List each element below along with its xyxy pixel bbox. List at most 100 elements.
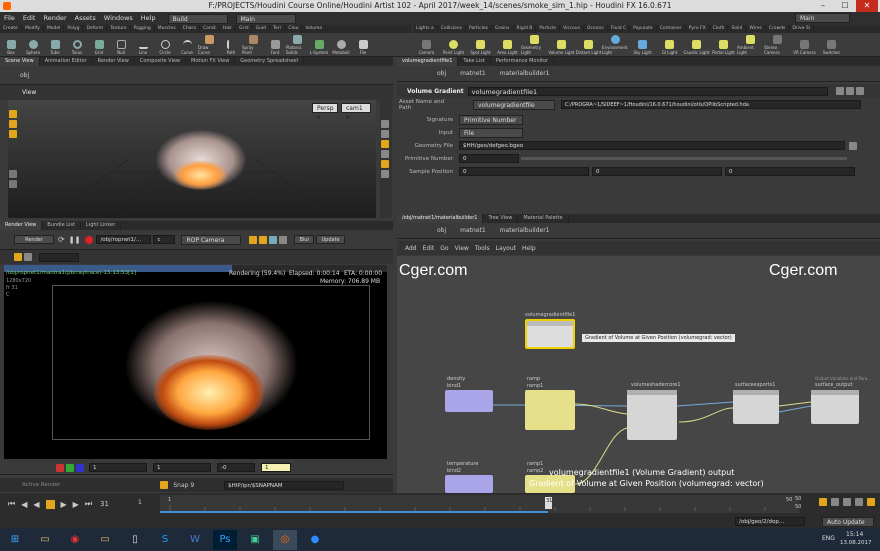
tab-light-linker[interactable]: Light Linker	[81, 221, 122, 230]
folder-icon[interactable]: ▭	[93, 530, 117, 550]
shelf-tab[interactable]: Oceans	[584, 25, 608, 33]
tool-path[interactable]: Path	[220, 35, 242, 55]
camera-dropdown[interactable]: cam1 ▾	[341, 103, 371, 121]
tool-lsystem[interactable]: L-System	[308, 35, 330, 55]
right-layout-dropdown[interactable]: Main	[795, 13, 850, 23]
asset-path-field[interactable]: C:/PROGRA~1/SIDEEF~1/Houdini/16.0.671/ho…	[561, 100, 861, 109]
menu-edit[interactable]: Edit	[19, 12, 40, 25]
pause-icon[interactable]: ❚❚	[69, 236, 81, 244]
stop-render-icon[interactable]	[85, 235, 94, 244]
density-bind-node[interactable]	[445, 390, 493, 412]
jump-start-icon[interactable]: ⏮	[8, 499, 15, 509]
temperature-bind-node[interactable]	[445, 475, 493, 493]
tab-composite-view[interactable]: Composite View	[135, 57, 186, 66]
bottom-field-4[interactable]: 1	[261, 463, 291, 472]
shelf-tab[interactable]: Grains	[492, 25, 514, 33]
path-crumb[interactable]: matnet1	[460, 70, 486, 77]
move-tool-icon[interactable]	[9, 120, 17, 128]
blue-channel-icon[interactable]	[76, 463, 84, 472]
render-button[interactable]: Render	[14, 235, 54, 244]
tool-platonic[interactable]: Platonic Solids	[286, 34, 308, 55]
tool-geometry-light[interactable]: Geometry Light	[521, 34, 548, 55]
timeline-track[interactable]: 31 1 50	[160, 495, 800, 513]
shelf-tab[interactable]: Polyg	[64, 25, 84, 33]
tool-point-light[interactable]: Point Light	[440, 35, 467, 55]
layout-dropdown[interactable]: Main	[235, 13, 296, 24]
network-menu-go[interactable]: Go	[440, 245, 448, 252]
tab-network-view[interactable]: /obj/matnet1/materialbuilder1	[397, 214, 484, 223]
shelf-tab[interactable]: Hair	[220, 25, 237, 33]
tab-scene-view[interactable]: Scene View	[0, 57, 40, 66]
houdini-taskbar-icon[interactable]: ◎	[273, 529, 297, 550]
tool-torus[interactable]: Torus	[66, 35, 88, 55]
rerender-icon[interactable]: ⟳	[58, 235, 65, 244]
current-frame[interactable]: 31	[100, 500, 109, 508]
shelf-tab[interactable]: Rigging	[131, 25, 155, 33]
asset-name-field[interactable]: volumegradientfile	[473, 99, 555, 110]
red-channel-icon[interactable]	[56, 463, 64, 472]
tab-parameters[interactable]: volumegradientfile1	[397, 57, 459, 66]
snapshot-path-field[interactable]: $HIP/ipr/$SNAPNAM	[224, 480, 345, 490]
primitive-number-field[interactable]: 0	[459, 154, 519, 163]
render-image-area[interactable]: /obj/ropnet1/mantra1(pbrraytrace)-15:13:…	[4, 265, 387, 459]
sample-position-y[interactable]: 0	[592, 167, 722, 176]
shelf-tab[interactable]: Wires	[746, 25, 766, 33]
signature-dropdown[interactable]: Primitive Number	[459, 114, 523, 125]
tool-circle[interactable]: Circle	[154, 35, 176, 55]
network-menu-tools[interactable]: Tools	[475, 245, 490, 252]
rotate-tool-icon[interactable]	[9, 130, 17, 138]
minimize-button[interactable]: –	[812, 0, 834, 12]
tool-spot-light[interactable]: Spot Light	[467, 35, 494, 55]
shelf-tab[interactable]: Collisions	[438, 25, 466, 33]
update-button[interactable]: Update	[316, 235, 345, 244]
shelf-tab[interactable]: Populate	[630, 25, 657, 33]
start-frame[interactable]: 1	[138, 499, 142, 506]
green-channel-icon[interactable]	[66, 463, 74, 472]
tool-distant-light[interactable]: Distant Light	[575, 35, 602, 55]
region-icon[interactable]	[259, 235, 268, 244]
tool-ambient-light[interactable]: Ambient Light	[737, 34, 764, 55]
tab-material-palette[interactable]: Material Palette	[518, 214, 569, 223]
zoom-icon[interactable]: ●	[303, 530, 327, 550]
frame-field[interactable]: c	[153, 235, 176, 244]
file-chooser-icon[interactable]	[849, 141, 857, 150]
step-forward-icon[interactable]: ▶	[73, 500, 79, 509]
volumeshadercore-node[interactable]	[627, 390, 677, 440]
node-name-field[interactable]: volumegradientfile1	[467, 86, 828, 96]
bottom-field-2[interactable]: 1	[153, 463, 211, 472]
select-tool-icon[interactable]	[9, 110, 17, 118]
shelf-tab[interactable]: Clou	[285, 25, 303, 33]
lighting-icon[interactable]	[381, 140, 389, 148]
camera-select[interactable]: ROP Camera	[181, 234, 242, 245]
tool-gi-light[interactable]: GI Light	[656, 35, 683, 55]
status-path-field[interactable]: /obj/geo/2/dop...	[735, 517, 805, 526]
tool-vr-camera[interactable]: VR Camera	[791, 35, 818, 55]
shelf-tab[interactable]: Particles	[466, 25, 492, 33]
shelf-tab[interactable]: Rigid B	[514, 25, 537, 33]
shelf-tab[interactable]: Modify	[22, 25, 44, 33]
play-icon[interactable]: ▶	[61, 500, 67, 509]
info-icon[interactable]	[855, 87, 864, 95]
path-crumb[interactable]: obj	[437, 227, 446, 234]
shelf-tab[interactable]: Drive Si	[789, 25, 814, 33]
ramp1-node[interactable]	[525, 390, 575, 430]
shelf-tab[interactable]: Guid	[253, 25, 271, 33]
geometry-file-field[interactable]: $HH/geo/defgeo.bgeo	[459, 141, 845, 150]
menu-assets[interactable]: Assets	[71, 12, 100, 25]
bottom-field-1[interactable]: 1	[89, 463, 147, 472]
shelf-tab[interactable]: Deform	[83, 25, 108, 33]
shelf-tab[interactable]: Viscous	[560, 25, 584, 33]
rop-path-field[interactable]: /obj/ropnet1/...	[96, 235, 152, 244]
sample-position-x[interactable]: 0	[459, 167, 589, 176]
shelf-tab[interactable]: Container	[657, 25, 686, 33]
keyframe-icon[interactable]	[819, 498, 827, 506]
help-icon[interactable]	[845, 87, 854, 95]
network-menu-view[interactable]: View	[455, 245, 469, 252]
tab-render-view[interactable]: Render View	[0, 221, 43, 230]
tab-tree-view[interactable]: Tree View	[483, 214, 519, 223]
sample-position-z[interactable]: 0	[725, 167, 855, 176]
terminal-icon[interactable]: ▣	[243, 530, 267, 550]
shelf-tab[interactable]: Terr	[270, 25, 286, 33]
shelf-tab[interactable]: Pyro FX	[686, 25, 710, 33]
bottom-field-3[interactable]: -0	[217, 463, 255, 472]
